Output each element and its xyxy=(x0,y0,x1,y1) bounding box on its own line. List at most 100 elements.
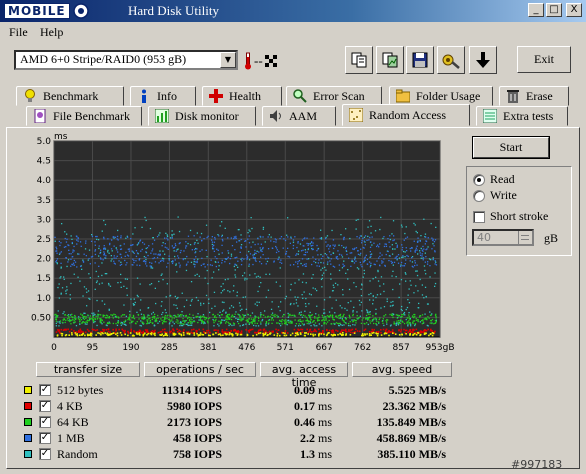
data-point xyxy=(382,237,384,240)
menu-file[interactable]: File xyxy=(9,25,28,40)
data-point xyxy=(279,285,281,287)
series-checkbox[interactable]: ✓ xyxy=(39,384,51,396)
data-point xyxy=(173,233,175,235)
minimize-button[interactable]: _ xyxy=(528,3,544,17)
data-point xyxy=(180,321,182,323)
data-point xyxy=(221,262,223,264)
tab-folder-usage[interactable]: Folder Usage xyxy=(389,86,493,106)
data-point xyxy=(174,259,176,261)
write-radio[interactable]: Write xyxy=(473,188,517,203)
data-point xyxy=(194,274,196,277)
data-point xyxy=(421,253,423,255)
tab-benchmark[interactable]: Benchmark xyxy=(16,86,124,106)
stroke-size-spinner[interactable]: 40 xyxy=(472,229,534,246)
read-radio-dot[interactable] xyxy=(473,173,485,186)
data-point xyxy=(363,329,366,332)
series-checkbox[interactable]: ✓ xyxy=(39,416,51,428)
data-point xyxy=(400,261,403,264)
tab-disk-monitor[interactable]: Disk monitor xyxy=(148,106,256,126)
data-point xyxy=(176,319,178,321)
data-point xyxy=(319,237,321,239)
data-point xyxy=(185,241,187,243)
copy-screenshot-button[interactable] xyxy=(376,46,404,74)
data-point xyxy=(222,283,224,285)
data-point xyxy=(316,289,318,292)
series-checkbox[interactable]: ✓ xyxy=(39,400,51,412)
data-point xyxy=(100,333,102,336)
data-point xyxy=(133,304,135,306)
data-point xyxy=(419,334,421,337)
data-point xyxy=(383,283,385,285)
data-point xyxy=(188,322,190,324)
data-point xyxy=(262,246,264,249)
chevron-down-icon[interactable]: ▼ xyxy=(220,52,236,68)
exit-button[interactable]: Exit xyxy=(517,46,571,73)
data-point xyxy=(217,323,219,325)
data-point xyxy=(201,319,203,321)
data-point xyxy=(162,335,165,337)
data-point xyxy=(97,332,99,334)
data-point xyxy=(310,325,312,327)
data-point xyxy=(386,300,388,303)
data-point xyxy=(356,330,359,332)
options-button[interactable] xyxy=(437,46,465,74)
data-point xyxy=(100,258,102,260)
data-point xyxy=(104,303,106,305)
data-point xyxy=(383,245,386,248)
data-point xyxy=(435,320,437,322)
data-point xyxy=(88,249,91,251)
data-point xyxy=(305,263,307,265)
data-point xyxy=(221,319,223,321)
data-point xyxy=(240,244,243,246)
series-checkbox[interactable]: ✓ xyxy=(39,432,51,444)
data-point xyxy=(260,256,262,258)
menu-help[interactable]: Help xyxy=(40,25,63,40)
start-button[interactable]: Start xyxy=(472,136,550,159)
title-bar[interactable]: MOBILE Hard Disk Utility _ □ X xyxy=(0,0,586,22)
data-point xyxy=(138,259,140,261)
tab-random-access[interactable]: Random Access xyxy=(342,104,470,126)
short-stroke-box[interactable] xyxy=(473,210,485,223)
tab-error-scan[interactable]: Error Scan xyxy=(286,86,382,106)
tab-extra-tests[interactable]: Extra tests xyxy=(476,106,568,126)
data-point xyxy=(406,306,409,309)
tab-health[interactable]: Health xyxy=(202,86,282,106)
data-point xyxy=(422,257,425,259)
data-point xyxy=(419,254,422,256)
save-button[interactable] xyxy=(406,46,434,74)
data-point xyxy=(57,310,59,312)
write-radio-dot[interactable] xyxy=(473,189,485,202)
download-button[interactable] xyxy=(469,46,497,74)
read-radio[interactable]: Read xyxy=(473,172,515,187)
copy-text-button[interactable] xyxy=(345,46,373,74)
data-point xyxy=(59,322,61,324)
tab-info[interactable]: Info xyxy=(130,86,196,106)
data-point xyxy=(223,301,225,304)
data-point xyxy=(370,292,372,295)
data-point xyxy=(395,256,397,258)
data-point xyxy=(308,293,311,295)
data-point xyxy=(57,321,59,323)
data-point xyxy=(146,316,149,318)
data-point xyxy=(303,254,305,256)
data-point xyxy=(74,261,77,263)
data-point xyxy=(359,235,361,237)
spinner-arrows[interactable] xyxy=(518,231,532,244)
data-point xyxy=(107,317,109,319)
data-point xyxy=(98,247,100,250)
drive-select[interactable]: AMD 6+0 Stripe/RAID0 (953 gB) ▼ xyxy=(14,50,238,70)
data-point xyxy=(375,308,377,310)
data-point xyxy=(425,295,427,298)
data-point xyxy=(258,320,260,322)
short-stroke-checkbox[interactable]: Short stroke xyxy=(473,209,548,224)
series-checkbox[interactable]: ✓ xyxy=(39,448,51,460)
tab-erase[interactable]: Erase xyxy=(499,86,569,106)
maximize-button[interactable]: □ xyxy=(546,3,562,17)
data-point xyxy=(335,315,338,317)
data-point xyxy=(252,263,254,266)
close-button[interactable]: X xyxy=(566,3,582,17)
tab-file-benchmark[interactable]: File Benchmark xyxy=(26,106,142,126)
data-point xyxy=(325,316,327,318)
tab-aam[interactable]: AAM xyxy=(262,106,336,126)
data-point xyxy=(153,315,155,317)
